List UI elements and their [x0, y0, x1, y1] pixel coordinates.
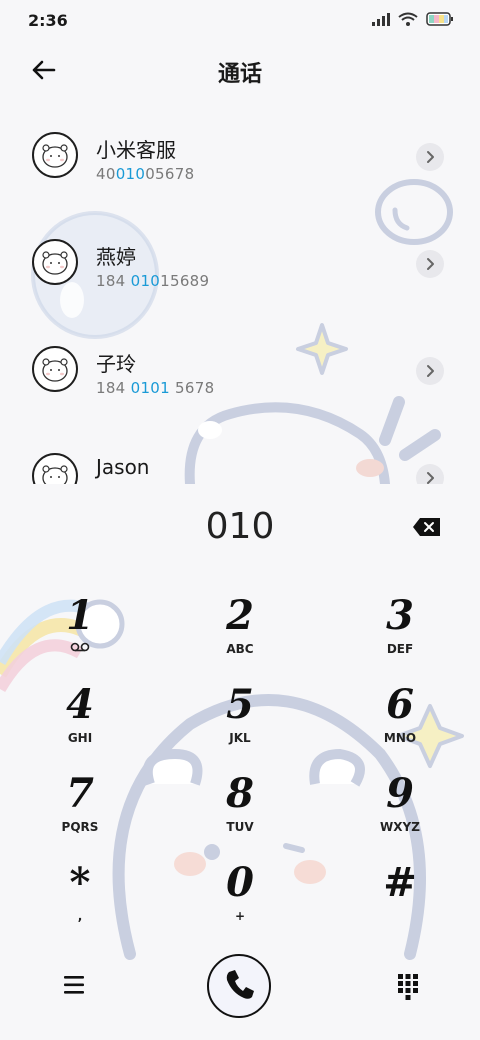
contact-name: 子玲: [96, 352, 136, 376]
key-7[interactable]: 7 PQRS: [20, 772, 140, 852]
backspace-icon[interactable]: [412, 516, 442, 538]
key-1[interactable]: 1: [20, 594, 140, 674]
phone-icon: [226, 970, 254, 999]
contact-row[interactable]: 燕婷 184 01015689: [0, 217, 480, 317]
key-letters: MNO: [383, 731, 417, 745]
key-star[interactable]: * ,: [20, 861, 140, 941]
key-3[interactable]: 3 DEF: [340, 594, 460, 674]
key-digit: *: [69, 859, 91, 906]
contact-row[interactable]: 小米客服 4001005678: [0, 110, 480, 210]
key-letters: DEF: [386, 642, 414, 656]
avatar: [32, 453, 78, 484]
call-button[interactable]: [207, 954, 271, 1018]
key-letters: +: [234, 909, 246, 923]
chevron-right-icon[interactable]: [416, 143, 444, 171]
key-digit: 4: [66, 681, 94, 728]
avatar: [32, 132, 78, 178]
dialer-panel: 010 1 2 ABC 3 DEF 4 GHI 5 JKL 6 MNO 7 PQ…: [0, 484, 480, 1040]
contact-row[interactable]: Jason: [0, 431, 480, 484]
key-digit: 3: [386, 592, 414, 639]
contact-row[interactable]: 子玲 184 0101 5678: [0, 324, 480, 424]
dial-number-display: 010: [205, 506, 275, 547]
voicemail-icon: [70, 642, 90, 652]
contact-name: 小米客服: [96, 138, 176, 162]
bear-avatar-icon: [42, 251, 68, 275]
contact-name: Jason: [96, 455, 150, 479]
key-letters: ABC: [226, 642, 254, 656]
key-letters: TUV: [226, 820, 254, 834]
battery-icon: [426, 12, 453, 26]
chevron-right-icon[interactable]: [416, 464, 444, 484]
contact-suggestion-list: 小米客服 4001005678 燕婷 184 01015689 子玲 184 0…: [0, 110, 480, 484]
key-letters: GHI: [67, 731, 93, 745]
wifi-icon: [398, 12, 418, 26]
key-digit: #: [383, 859, 417, 906]
signal-icon: [372, 13, 390, 26]
avatar: [32, 239, 78, 285]
key-letters: ,: [77, 909, 83, 923]
key-digit: 6: [386, 681, 414, 728]
menu-icon[interactable]: [62, 974, 86, 996]
bear-avatar-icon: [42, 465, 68, 484]
bear-avatar-icon: [42, 144, 68, 168]
key-8[interactable]: 8 TUV: [180, 772, 300, 852]
contact-number: 4001005678: [96, 165, 195, 183]
key-letters: WXYZ: [380, 820, 420, 834]
chevron-right-icon[interactable]: [416, 250, 444, 278]
key-6[interactable]: 6 MNO: [340, 683, 460, 763]
key-hash[interactable]: #: [340, 861, 460, 941]
key-2[interactable]: 2 ABC: [180, 594, 300, 674]
status-bar: 2:36: [0, 0, 480, 42]
avatar: [32, 346, 78, 392]
key-letters: JKL: [229, 731, 251, 745]
key-digit: 7: [66, 770, 94, 817]
key-letters: PQRS: [61, 820, 99, 834]
key-4[interactable]: 4 GHI: [20, 683, 140, 763]
dialpad-toggle-icon[interactable]: [396, 972, 420, 1000]
key-9[interactable]: 9 WXYZ: [340, 772, 460, 852]
contact-number: 184 01015689: [96, 272, 210, 290]
page-title: 通话: [217, 62, 262, 87]
chevron-right-icon[interactable]: [416, 357, 444, 385]
key-0[interactable]: 0 +: [180, 861, 300, 941]
key-digit: 5: [226, 681, 254, 728]
contact-number: 184 0101 5678: [96, 379, 215, 397]
key-5[interactable]: 5 JKL: [180, 683, 300, 763]
key-digit: 9: [386, 770, 414, 817]
bear-avatar-icon: [42, 358, 68, 382]
key-digit: 0: [226, 859, 254, 906]
key-digit: 1: [66, 592, 94, 639]
status-time: 2:36: [28, 11, 68, 30]
key-digit: 8: [226, 770, 254, 817]
contact-name: 燕婷: [96, 245, 136, 269]
header: 通话: [0, 46, 480, 94]
key-digit: 2: [226, 592, 254, 639]
